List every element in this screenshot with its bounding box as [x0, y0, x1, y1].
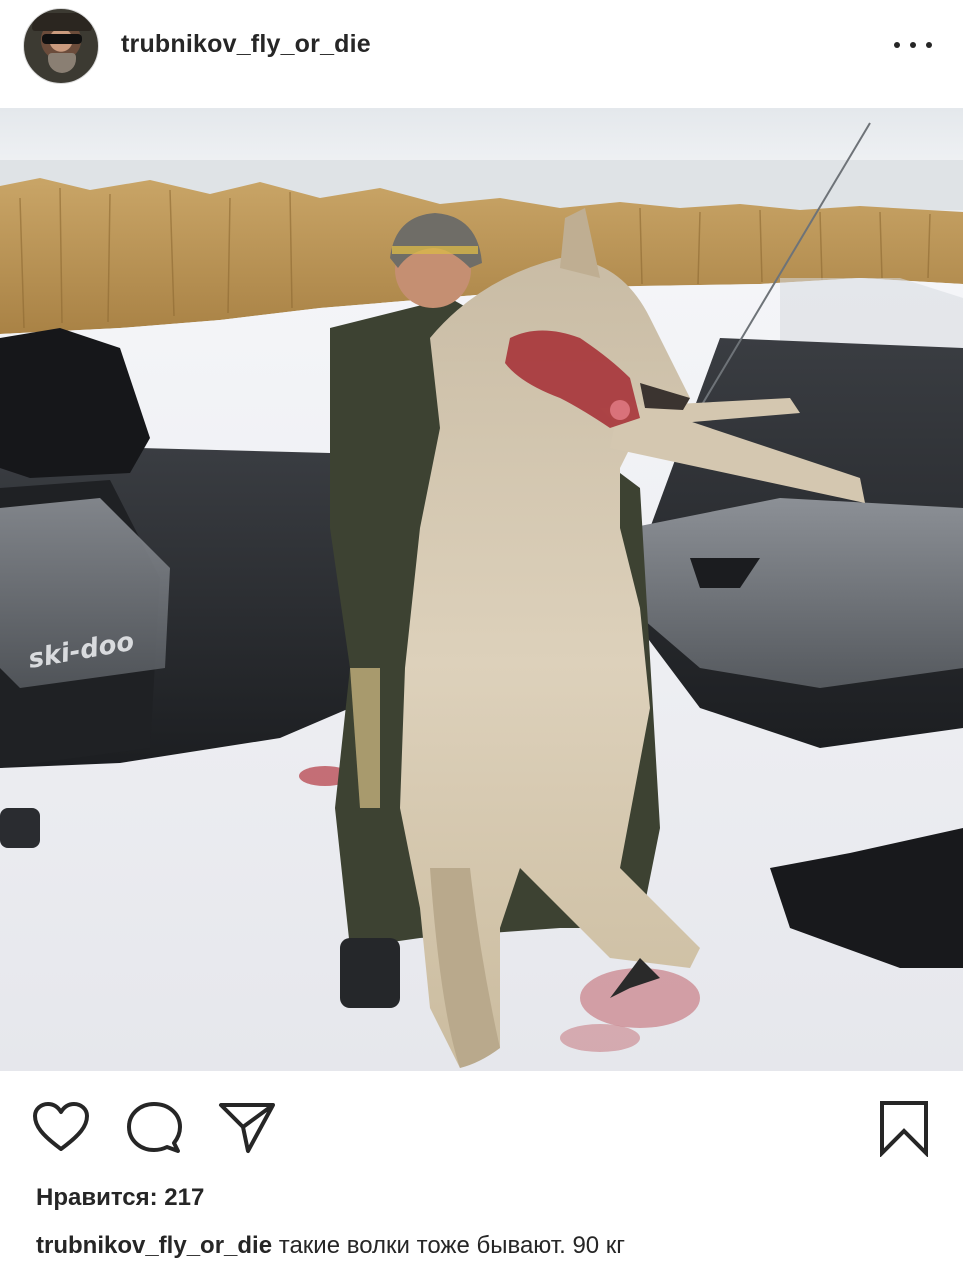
avatar-beard: [48, 53, 76, 73]
more-options-button[interactable]: [888, 28, 938, 62]
caption-username[interactable]: trubnikov_fly_or_die: [36, 1232, 272, 1259]
comment-button[interactable]: [126, 1101, 182, 1155]
post-header: trubnikov_fly_or_die: [0, 0, 963, 108]
avatar-hat: [32, 13, 92, 31]
avatar-sunglasses: [42, 34, 82, 44]
more-horizontal-icon-dot: [910, 42, 916, 48]
bookmark-icon: [880, 1101, 928, 1157]
post-action-bar: [0, 1071, 963, 1181]
more-horizontal-icon-dot: [926, 42, 932, 48]
post-photo[interactable]: ski-doo: [0, 108, 963, 1071]
more-horizontal-icon: [894, 42, 900, 48]
avatar[interactable]: [23, 8, 99, 84]
heart-icon: [33, 1102, 89, 1151]
post-author-username[interactable]: trubnikov_fly_or_die: [121, 30, 371, 59]
photo-scene: ski-doo: [0, 108, 963, 1071]
post-caption: trubnikov_fly_or_die такие волки тоже бы…: [36, 1232, 936, 1260]
like-button[interactable]: [32, 1101, 90, 1153]
save-button[interactable]: [878, 1099, 930, 1157]
likes-count[interactable]: Нравится: 217: [36, 1184, 204, 1212]
share-button[interactable]: [218, 1101, 276, 1155]
comment-icon: [127, 1102, 182, 1153]
send-icon: [219, 1103, 275, 1153]
caption-text: такие волки тоже бывают. 90 кг: [278, 1232, 626, 1259]
